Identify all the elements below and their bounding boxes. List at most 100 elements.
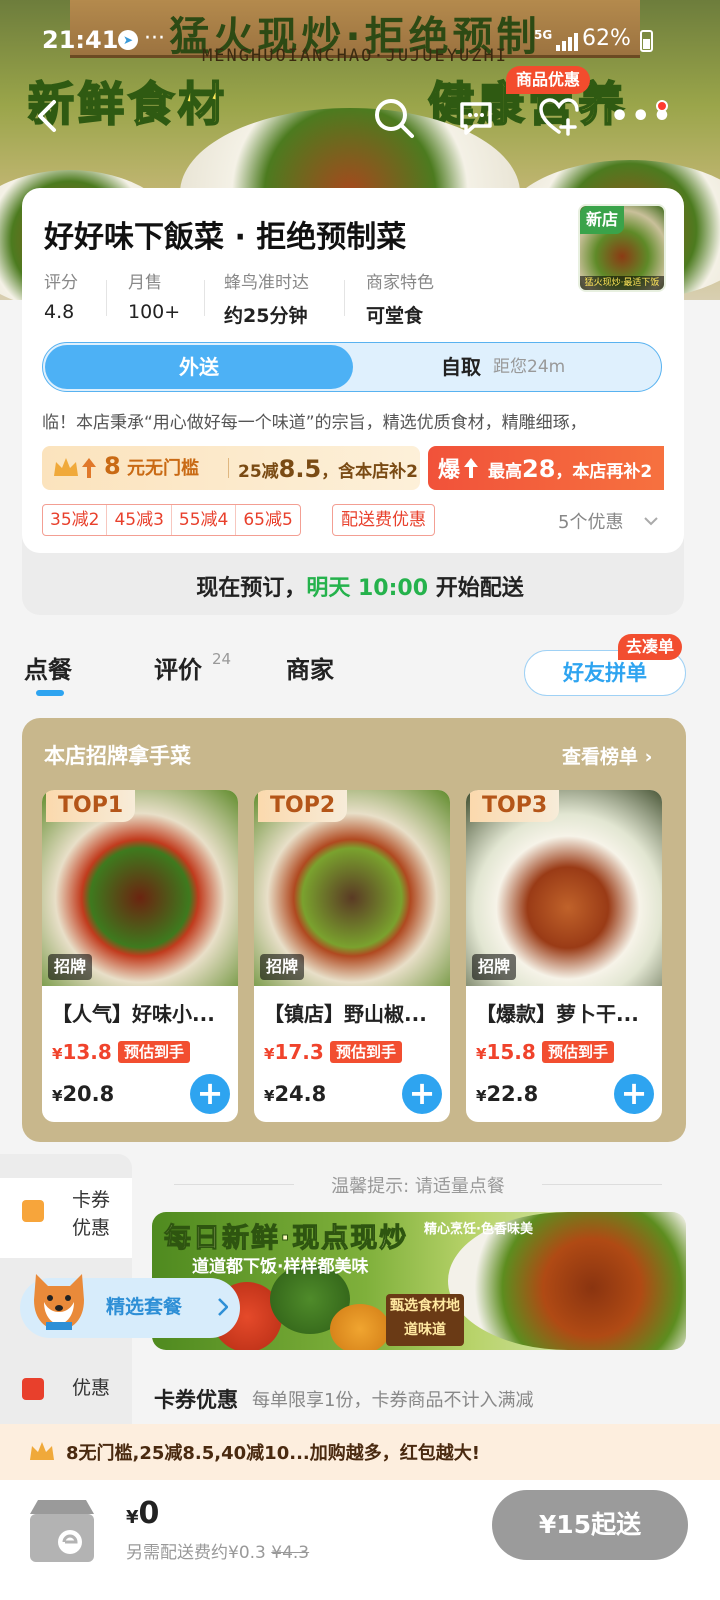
search-icon[interactable] [372, 96, 416, 140]
signature-badge: 招牌 [260, 954, 305, 980]
dish-original-price-value: 22.8 [486, 1082, 539, 1106]
promo-strip[interactable]: 8无门槛,25减8.5,40减10...加购越多，红包越大! [0, 1424, 720, 1480]
minimum-order-button[interactable]: ¥15起送 [492, 1490, 688, 1560]
shop-description[interactable]: 临！本店秉承“用心做好每一个味道”的宗旨，精选优质食材，精雕细琢， [42, 408, 662, 433]
dish-price-value: 15.8 [486, 1040, 536, 1064]
dish-original-price: ¥20.8 [52, 1082, 115, 1106]
chevron-right-icon [218, 1298, 228, 1316]
network-type: 5G [534, 28, 553, 42]
dish-price: ¥15.8 [476, 1040, 536, 1064]
shiba-mascot-icon[interactable] [28, 1266, 90, 1334]
estimated-label: 预估到手 [118, 1041, 191, 1063]
delivery-fee-info: 另需配送费约¥0.3 ¥4.3 [126, 1538, 309, 1563]
dish-card[interactable]: TOP2 招牌 【镇店】野山椒... ¥17.3 预估到手 ¥24.8 + [254, 790, 450, 1122]
signature-badge: 招牌 [472, 954, 517, 980]
tab-order[interactable]: 点餐 [24, 650, 72, 685]
delivery-fee-value: ¥0.3 [228, 1543, 266, 1563]
signal-icon [556, 32, 580, 51]
add-to-cart-button[interactable]: + [190, 1074, 230, 1114]
stat-label: 评分 [44, 273, 78, 293]
crown-icon [30, 1442, 54, 1460]
active-tab-indicator [36, 690, 64, 696]
estimated-label: 预估到手 [330, 1041, 403, 1063]
promo-banner[interactable]: 每日新鲜·现点现炒 道道都下饭·样样都美味 甄选食材地道味道 精心烹饪·色香味美 [152, 1212, 686, 1350]
shop-name: 好好味下飯菜 · 拒绝预制菜 [44, 220, 407, 255]
notification-dots: ··· [144, 26, 165, 51]
sidebar-item-discounts[interactable]: 优惠 [0, 1364, 132, 1414]
stat-value: 100+ [128, 301, 181, 323]
hot-coupon-text: 最高28，本店再补2 [488, 455, 652, 483]
divider [106, 280, 107, 316]
tab-reviews[interactable]: 评价 [154, 650, 202, 685]
shop-stats: 评分 4.8 月售 100+ 蜂鸟准时达 约25分钟 商家特色 可堂食 [44, 268, 564, 328]
rank-badge: TOP3 [470, 790, 560, 822]
stat-value: 可堂食 [366, 305, 424, 327]
full-reduction-discounts[interactable]: 35减2 45减3 55减4 65减5 [42, 504, 301, 536]
cart-bar: ¥0 另需配送费约¥0.3 ¥4.3 ¥15起送 [0, 1480, 720, 1600]
dish-price-value: 17.3 [274, 1040, 324, 1064]
signature-badge: 招牌 [48, 954, 93, 980]
discount-tag: 45减3 [107, 505, 172, 535]
preorder-prefix: 现在预订， [196, 576, 307, 601]
more-icon[interactable]: ••• [610, 100, 672, 134]
favorite-add-icon[interactable] [538, 96, 580, 138]
chat-icon[interactable] [456, 98, 496, 138]
rank-badge: TOP1 [46, 790, 136, 822]
dish-price-value: 13.8 [62, 1040, 112, 1064]
delivery-fee-discount[interactable]: 配送费优惠 [332, 504, 435, 536]
cart-total: ¥0 [126, 1496, 159, 1531]
cart-total-value: 0 [138, 1496, 160, 1531]
preorder-time: 明天 10:00 [306, 576, 429, 601]
banner-tag: 甄选食材地道味道 [386, 1294, 464, 1346]
dish-card[interactable]: TOP3 招牌 【爆款】萝卜干... ¥15.8 预估到手 ¥22.8 + [466, 790, 662, 1122]
divider [204, 280, 205, 316]
add-to-cart-button[interactable]: + [614, 1074, 654, 1114]
cart-box-icon[interactable] [24, 1492, 100, 1568]
thumbnail-caption: 猛火现炒·最适下饭 [580, 276, 664, 290]
dish-original-price-value: 20.8 [62, 1082, 115, 1106]
back-icon[interactable] [30, 98, 66, 134]
telegram-icon: ➤ [118, 30, 138, 50]
tab-delivery[interactable]: 外送 [45, 345, 353, 389]
view-ranking-link[interactable]: 查看榜单 › [562, 742, 652, 769]
discount-tag: 35减2 [43, 505, 108, 535]
signature-title: 本店招牌拿手菜 [44, 744, 191, 768]
sidebar-item-label: 卡券优惠 [71, 1189, 110, 1239]
hot-coupon-suffix: ，本店再补2 [555, 462, 653, 482]
stat-label: 月售 [128, 273, 162, 293]
pickup-distance: 距您24m [493, 357, 566, 377]
dish-card[interactable]: TOP1 招牌 【人气】好味小... ¥13.8 预估到手 ¥20.8 + [42, 790, 238, 1122]
coupon-rule-suffix: ，含本店补2 [321, 462, 419, 482]
tab-merchant[interactable]: 商家 [286, 650, 334, 685]
delivery-fee-original: ¥4.3 [271, 1543, 310, 1563]
sidebar-item-label: 优惠 [71, 1377, 110, 1399]
dish-name: 【镇店】野山椒... [264, 1002, 427, 1026]
coupon-rule: 25减8.5，含本店补2 [238, 455, 418, 483]
stat-value: 约25分钟 [224, 305, 308, 327]
dish-name: 【人气】好味小... [52, 1002, 215, 1026]
coupon-amount-value: 8 [104, 452, 121, 480]
group-order-tag: 去凑单 [618, 634, 683, 660]
banner-subtitle: 道道都下饭·样样都美味 [192, 1257, 369, 1277]
divider [228, 458, 229, 478]
add-to-cart-button[interactable]: + [402, 1074, 442, 1114]
hot-coupon[interactable]: 爆 最高28，本店再补2 [428, 446, 664, 490]
shop-thumbnail[interactable]: 新店 猛火现炒·最适下饭 [578, 204, 666, 292]
stat-rating: 评分 4.8 [44, 268, 78, 323]
coupon-rule-prefix: 25减 [238, 462, 279, 482]
coupon-amount: 8 元无门槛 [104, 452, 199, 480]
tab-pickup[interactable]: 自取 [441, 343, 481, 391]
more-discounts[interactable]: 5个优惠 [558, 508, 623, 534]
no-threshold-coupon[interactable]: 8 元无门槛 25减8.5，含本店补2 [42, 446, 420, 490]
chevron-down-icon[interactable] [644, 516, 658, 526]
preorder-suffix: 开始配送 [435, 576, 524, 601]
dish-original-price: ¥22.8 [476, 1082, 539, 1106]
discount-tag: 55减4 [172, 505, 237, 535]
dish-price: ¥17.3 [264, 1040, 324, 1064]
stat-monthly-sales: 月售 100+ [128, 268, 180, 323]
sidebar-item-coupons[interactable]: 卡券优惠 [0, 1178, 132, 1258]
hot-coupon-value: 28 [522, 455, 556, 483]
product-promo-tag[interactable]: 商品优惠 [506, 66, 591, 94]
status-bar: 21:41 ➤ ··· 5G 62% [0, 22, 720, 58]
delivery-mode-toggle: 外送 自取 距您24m [42, 342, 662, 392]
